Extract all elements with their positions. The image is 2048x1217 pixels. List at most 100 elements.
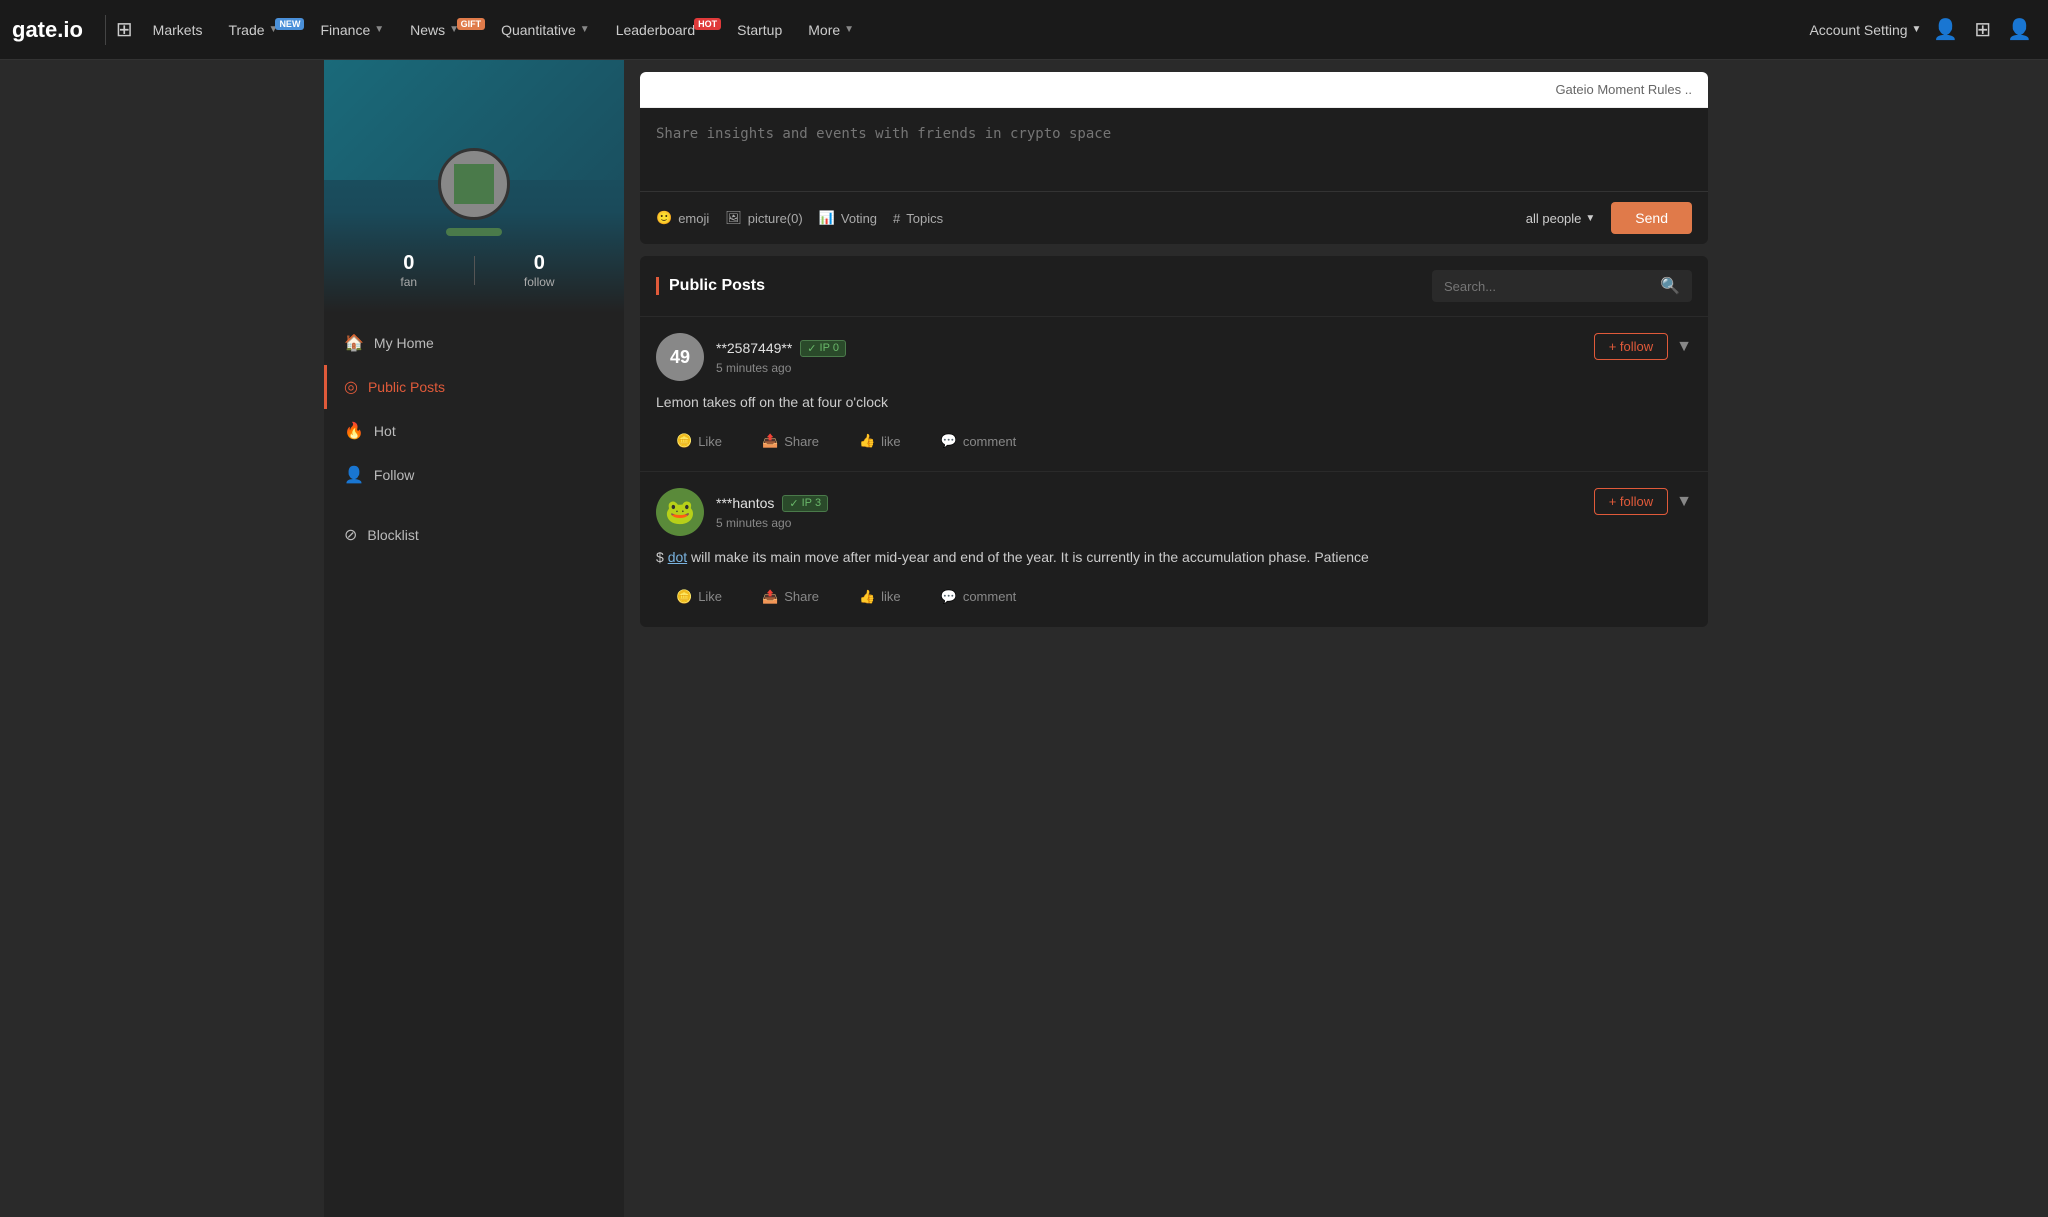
more-chevron: ▼ <box>844 24 854 35</box>
follow-label: follow <box>475 275 605 289</box>
follow-button[interactable]: + follow <box>1594 488 1668 515</box>
post-header: 🐸 ***hantos ✓ IP 3 5 minu <box>656 488 1692 536</box>
audience-chevron: ▼ <box>1585 213 1595 224</box>
like-button[interactable]: 👍 like <box>839 427 921 455</box>
sidebar: 0 fan 0 follow 🏠 My Home ◎ Public Posts <box>324 60 624 1217</box>
share-button[interactable]: 📤 Share <box>742 427 839 455</box>
post-meta: ***hantos ✓ IP 3 5 minutes ago <box>716 495 828 530</box>
nav-item-more[interactable]: More ▼ <box>796 16 866 44</box>
fan-stat: 0 fan <box>344 252 474 289</box>
hot-label: Hot <box>374 423 396 439</box>
nav-item-quantitative[interactable]: Quantitative ▼ <box>489 16 602 44</box>
sidebar-item-hot[interactable]: 🔥 Hot <box>324 409 624 453</box>
post-footer: 🪙 Like 📤 Share 👍 like 💬 comment <box>656 427 1692 455</box>
nav-item-markets[interactable]: Markets <box>141 16 215 44</box>
blocklist-label: Blocklist <box>367 527 418 543</box>
post-header: 49 **2587449** ✓ IP 0 5 mi <box>656 333 1692 381</box>
thumbs-up-icon: 👍 <box>859 589 875 605</box>
comment-button[interactable]: 💬 comment <box>921 583 1037 611</box>
news-badge: GIFT <box>457 18 486 30</box>
grid-icon[interactable]: ⊞ <box>116 17 133 42</box>
post-username-row: **2587449** ✓ IP 0 <box>716 340 846 357</box>
voting-button[interactable]: 📊 Voting <box>819 210 877 226</box>
user-profile-icon[interactable]: 👤 <box>2003 13 2036 46</box>
user-circle-icon[interactable]: 👤 <box>1929 13 1962 46</box>
circle-icon: ◎ <box>344 377 358 397</box>
block-icon: ⊘ <box>344 525 357 545</box>
frog-emoji: 🐸 <box>665 498 695 527</box>
fan-label: fan <box>344 275 474 289</box>
posts-title: Public Posts <box>656 277 765 295</box>
send-button[interactable]: Send <box>1611 202 1692 234</box>
share-icon: 📤 <box>762 589 778 605</box>
post-username-row: ***hantos ✓ IP 3 <box>716 495 828 512</box>
chevron-down-icon[interactable]: ▼ <box>1676 493 1692 511</box>
sidebar-item-follow[interactable]: 👤 Follow <box>324 453 624 497</box>
picture-icon: 🖼 <box>725 210 742 226</box>
picture-button[interactable]: 🖼 picture(0) <box>725 210 802 226</box>
post-actions: + follow ▼ <box>1594 488 1692 515</box>
posts-header: Public Posts 🔍 <box>640 256 1708 317</box>
emoji-button[interactable]: 🙂 emoji <box>656 210 709 226</box>
search-icon: 🔍 <box>1660 276 1680 296</box>
like-coin-button[interactable]: 🪙 Like <box>656 427 742 455</box>
post-content: $ dot will make its main move after mid-… <box>656 546 1692 568</box>
sidebar-item-blocklist[interactable]: ⊘ Blocklist <box>324 513 624 557</box>
finance-chevron: ▼ <box>374 24 384 35</box>
sidebar-item-my-home[interactable]: 🏠 My Home <box>324 321 624 365</box>
post-textarea[interactable] <box>640 108 1708 188</box>
main-layout: 0 fan 0 follow 🏠 My Home ◎ Public Posts <box>324 60 1724 1217</box>
quant-chevron: ▼ <box>580 24 590 35</box>
share-button[interactable]: 📤 Share <box>742 583 839 611</box>
topics-button[interactable]: # Topics <box>893 211 943 226</box>
post-time: 5 minutes ago <box>716 361 846 375</box>
follow-count: 0 <box>475 252 605 275</box>
vip-checkmark: ✓ <box>789 497 798 510</box>
qr-code-icon[interactable]: ⊞ <box>1970 13 1995 46</box>
audience-selector[interactable]: all people ▼ <box>1526 211 1596 226</box>
logo[interactable]: gate.io <box>12 17 83 43</box>
leaderboard-badge: HOT <box>694 18 721 30</box>
vip-badge: ✓ IP 3 <box>782 495 828 512</box>
user-plus-icon: 👤 <box>344 465 364 485</box>
follow-button[interactable]: + follow <box>1594 333 1668 360</box>
post-user-info: 49 **2587449** ✓ IP 0 5 mi <box>656 333 846 381</box>
home-icon: 🏠 <box>344 333 364 353</box>
account-chevron: ▼ <box>1912 24 1922 35</box>
comment-button[interactable]: 💬 comment <box>921 427 1037 455</box>
account-setting[interactable]: Account Setting ▼ <box>1809 22 1921 38</box>
post-user-info: 🐸 ***hantos ✓ IP 3 5 minu <box>656 488 828 536</box>
nav-item-leaderboard[interactable]: Leaderboard HOT <box>604 16 723 44</box>
username[interactable]: ***hantos <box>716 495 774 511</box>
profile-name-tag <box>446 228 502 236</box>
post-actions: + follow ▼ <box>1594 333 1692 360</box>
like-button[interactable]: 👍 like <box>839 583 921 611</box>
nav-divider <box>105 15 106 45</box>
follow-label: Follow <box>374 467 414 483</box>
profile-banner <box>324 60 624 180</box>
trade-badge: NEW <box>275 18 304 30</box>
nav-item-finance[interactable]: Finance ▼ <box>308 16 396 44</box>
profile-name-bar <box>324 228 624 236</box>
avatar-image <box>454 164 494 204</box>
navbar: gate.io ⊞ Markets Trade NEW ▼ Finance ▼ … <box>0 0 2048 60</box>
post-composer: Gateio Moment Rules .. 🙂 emoji 🖼 picture… <box>640 72 1708 244</box>
like-coin-button[interactable]: 🪙 Like <box>656 583 742 611</box>
content-area: Gateio Moment Rules .. 🙂 emoji 🖼 picture… <box>624 60 1724 1217</box>
sidebar-nav: 🏠 My Home ◎ Public Posts 🔥 Hot 👤 Follow … <box>324 313 624 565</box>
search-box: 🔍 <box>1432 270 1692 302</box>
nav-item-startup[interactable]: Startup <box>725 16 794 44</box>
nav-item-news[interactable]: News GIFT ▼ <box>398 16 487 44</box>
post-card: 49 **2587449** ✓ IP 0 5 mi <box>640 317 1708 472</box>
username[interactable]: **2587449** <box>716 340 792 356</box>
fan-count: 0 <box>344 252 474 275</box>
chevron-down-icon[interactable]: ▼ <box>1676 338 1692 356</box>
search-input[interactable] <box>1444 279 1652 294</box>
post-link-dot[interactable]: dot <box>668 549 687 565</box>
sidebar-item-public-posts[interactable]: ◎ Public Posts <box>324 365 624 409</box>
logo-text: gate.io <box>12 17 83 43</box>
post-content: Lemon takes off on the at four o'clock <box>656 391 1692 413</box>
voting-icon: 📊 <box>819 210 835 226</box>
nav-item-trade[interactable]: Trade NEW ▼ <box>216 16 306 44</box>
topics-icon: # <box>893 211 900 226</box>
